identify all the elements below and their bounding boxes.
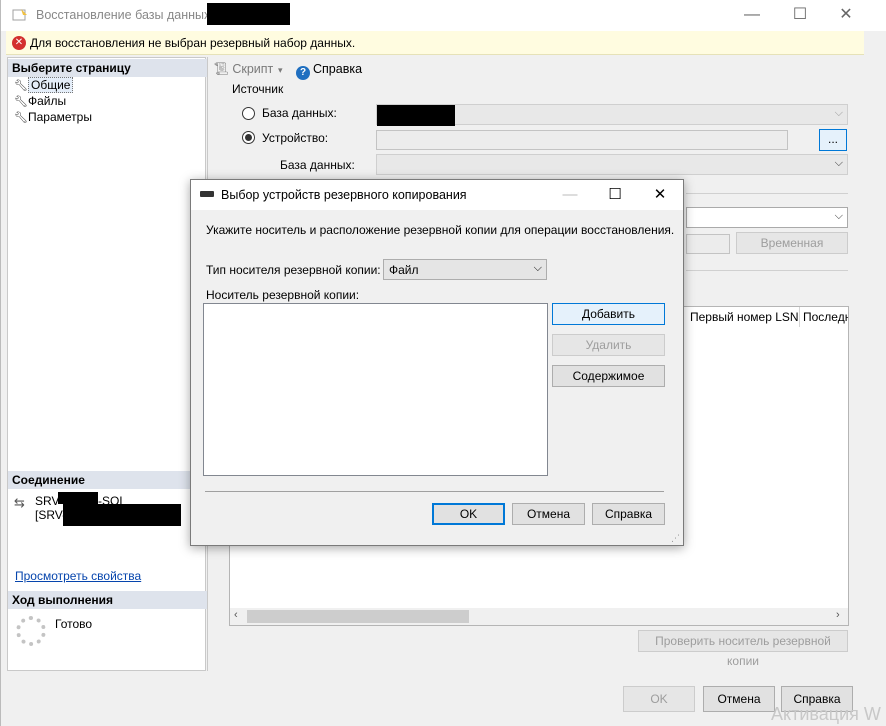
group-divider — [686, 270, 848, 271]
error-icon: ✕ — [12, 36, 26, 50]
dialog-help-button[interactable]: Справка — [592, 503, 665, 525]
wrench-icon: 🔧︎ — [14, 80, 28, 92]
resize-grip-icon[interactable]: ⋰ — [671, 533, 681, 543]
toolbar: 📜︎ Скрипт ▾ ? Справка — [208, 57, 867, 81]
device-radio-label: Устройство: — [262, 131, 329, 145]
device-path-field[interactable] — [376, 130, 788, 150]
database-radio-label: База данных: — [262, 106, 337, 120]
page-item-general[interactable]: 🔧︎ Общие — [14, 77, 74, 93]
progress-status: Готово — [55, 617, 93, 631]
select-backup-devices-dialog: Выбор устройств резервного копирования —… — [190, 179, 684, 546]
redacted-database-name — [207, 3, 290, 25]
minimize-button[interactable]: — — [729, 0, 775, 30]
script-button[interactable]: 📜︎ Скрипт — [213, 62, 273, 77]
page-label: Файлы — [28, 94, 67, 108]
chevron-down-icon: ⌵ — [834, 107, 843, 119]
script-dropdown-icon[interactable]: ▾ — [278, 65, 283, 76]
activation-watermark: Активация W — [771, 704, 881, 724]
scrollbar-thumb[interactable] — [247, 610, 469, 623]
dialog-minimize-button[interactable]: — — [547, 180, 593, 210]
browse-device-button[interactable]: ... — [819, 129, 847, 151]
scroll-left-icon[interactable]: ‹ — [234, 609, 238, 621]
device-radio[interactable] — [242, 131, 255, 144]
device-database-combo[interactable]: ⌵ — [376, 154, 848, 175]
connection-header: Соединение — [8, 471, 207, 489]
page-item-files[interactable]: 🔧︎Файлы — [14, 93, 66, 109]
wrench-icon: 🔧︎ — [14, 96, 28, 108]
dialog-ok-button[interactable]: OK — [432, 503, 505, 525]
destination-database-combo[interactable]: ⌵ — [686, 207, 848, 228]
progress-spinner-icon — [16, 616, 46, 646]
restore-to-field[interactable] — [686, 234, 730, 254]
dialog-maximize-button[interactable]: ☐ — [592, 180, 638, 210]
dialog-instruction: Укажите носитель и расположение резервно… — [206, 223, 675, 237]
help-toolbar-button[interactable]: ? Справка — [296, 62, 362, 80]
wrench-icon: 🔧︎ — [14, 112, 28, 124]
error-banner: ✕ Для восстановления не выбран резервный… — [6, 31, 864, 55]
connection-icon: ⇆ — [14, 495, 25, 510]
verify-media-button[interactable]: Проверить носитель резервной копии — [638, 630, 848, 668]
dialog-close-button[interactable]: ✕ — [637, 180, 683, 210]
media-type-value: Файл — [389, 263, 419, 277]
column-header[interactable]: Последн — [800, 307, 848, 327]
media-type-label: Тип носителя резервной копии: — [206, 263, 381, 277]
connection-user-prefix: [SRV- — [35, 508, 67, 522]
dialog-separator — [205, 491, 664, 492]
window-titlebar: Восстановление базы данных - — ☐ ✕ — [1, 0, 886, 31]
script-icon: 📜︎ — [213, 62, 229, 76]
view-properties-link[interactable]: Просмотреть свойства — [15, 569, 141, 583]
horizontal-scrollbar[interactable]: ‹ › — [230, 608, 848, 625]
chevron-down-icon: ⌵ — [834, 157, 843, 169]
scroll-right-icon[interactable]: › — [836, 609, 840, 621]
media-list-label: Носитель резервной копии: — [206, 288, 360, 302]
tape-device-icon — [200, 191, 214, 197]
device-database-label: База данных: — [280, 158, 355, 172]
add-media-button[interactable]: Добавить — [552, 303, 665, 325]
database-radio[interactable] — [242, 107, 255, 120]
redacted-server — [58, 492, 98, 504]
script-label: Скрипт — [232, 62, 274, 76]
pages-header: Выберите страницу — [8, 59, 207, 77]
source-database-combo[interactable]: ⌵ — [376, 104, 848, 126]
redacted-database-name — [377, 105, 455, 126]
dialog-cancel-button[interactable]: Отмена — [512, 503, 585, 525]
error-message: Для восстановления не выбран резервный н… — [30, 36, 356, 50]
help-icon: ? — [296, 66, 310, 80]
progress-header: Ход выполнения — [8, 591, 207, 609]
help-label: Справка — [313, 62, 363, 76]
window-title: Восстановление базы данных - — [36, 8, 218, 22]
backup-media-list[interactable] — [203, 303, 548, 476]
dialog-title: Выбор устройств резервного копирования — [221, 188, 467, 202]
maximize-button[interactable]: ☐ — [777, 0, 823, 30]
page-label: Параметры — [28, 110, 92, 124]
cancel-button[interactable]: Отмена — [703, 686, 775, 712]
page-item-options[interactable]: 🔧︎Параметры — [14, 109, 92, 125]
left-pane: Выберите страницу 🔧︎ Общие 🔧︎Файлы 🔧︎Пара… — [7, 57, 207, 671]
close-button[interactable]: ✕ — [823, 0, 869, 30]
dialog-titlebar: Выбор устройств резервного копирования —… — [191, 180, 683, 210]
media-type-select[interactable]: Файл ⌵ — [383, 259, 547, 280]
timeline-button[interactable]: Временная — [736, 232, 848, 254]
redacted-user — [63, 504, 181, 526]
ok-button[interactable]: OK — [623, 686, 695, 712]
page-label: Общие — [28, 77, 74, 93]
contents-button[interactable]: Содержимое — [552, 365, 665, 387]
column-header[interactable]: Первый номер LSN — [687, 307, 800, 327]
app-icon — [12, 8, 28, 22]
source-group-label: Источник — [232, 82, 284, 96]
remove-media-button[interactable]: Удалить — [552, 334, 665, 356]
chevron-down-icon: ⌵ — [533, 262, 542, 274]
chevron-down-icon: ⌵ — [834, 210, 843, 222]
group-divider — [686, 193, 848, 194]
